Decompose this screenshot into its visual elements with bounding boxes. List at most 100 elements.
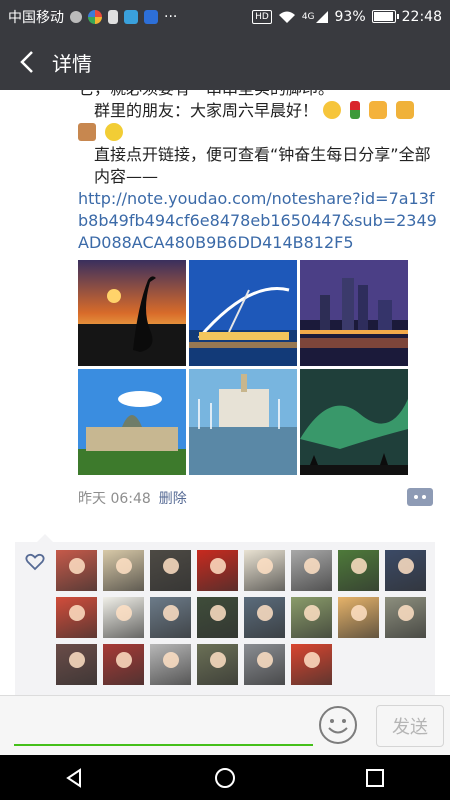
avatar-figure <box>350 605 367 621</box>
liker-avatar[interactable] <box>291 597 332 638</box>
liker-avatar[interactable] <box>56 644 97 685</box>
alert-icon <box>108 9 118 24</box>
sprout-emoji-icon <box>105 123 124 141</box>
avatar-figure <box>209 558 226 574</box>
liker-avatar[interactable] <box>197 644 238 685</box>
nav-back-icon <box>66 767 81 788</box>
city-skyline-night-photo[interactable] <box>300 260 408 366</box>
hd-badge: HD <box>252 9 272 24</box>
nav-back-button[interactable] <box>45 755 105 800</box>
liker-avatar[interactable] <box>385 597 426 638</box>
avatar-figure <box>209 605 226 621</box>
likes-panel <box>15 534 436 695</box>
liker-avatar[interactable] <box>103 550 144 591</box>
liker-avatar[interactable] <box>244 550 285 591</box>
avatar-figure <box>68 605 85 621</box>
liker-avatar[interactable] <box>197 597 238 638</box>
avatar-figure <box>256 558 273 574</box>
liker-avatar[interactable] <box>103 597 144 638</box>
harbor-building-photo[interactable] <box>189 369 297 475</box>
avatar-figure <box>68 558 85 574</box>
carrier-label: 中国移动 <box>8 9 64 26</box>
emoji-row <box>78 122 438 144</box>
post-time: 昨天 06:48 <box>78 491 151 507</box>
liker-avatar[interactable] <box>103 644 144 685</box>
avatar-figure <box>303 558 320 574</box>
notification-icon <box>70 10 82 23</box>
page-title: 详情 <box>52 52 92 76</box>
emoji-button[interactable] <box>318 705 358 745</box>
liker-avatars <box>56 550 436 685</box>
post-instruction: 直接点开链接，便可查看“钟奋生每日分享”全部内容—— <box>78 144 438 188</box>
avatar-figure <box>162 558 179 574</box>
comment-like-menu-button[interactable] <box>407 488 433 506</box>
avatar-figure <box>397 558 414 574</box>
liker-avatar[interactable] <box>197 550 238 591</box>
photo-grid <box>78 260 408 475</box>
sunset-heron-photo[interactable] <box>78 260 186 366</box>
nav-recents-button[interactable] <box>345 755 405 800</box>
avatar-figure <box>350 558 367 574</box>
liker-avatar[interactable] <box>150 550 191 591</box>
liker-avatar[interactable] <box>56 550 97 591</box>
network-type-label: 4G <box>301 11 315 22</box>
comment-bar: 发送 <box>0 695 450 756</box>
rose-emoji-icon <box>350 101 361 119</box>
ok-hand-emoji-icon <box>396 101 415 119</box>
clock: 22:48 <box>401 8 442 25</box>
back-arrow-icon <box>20 51 33 73</box>
avatar-figure <box>256 652 273 668</box>
telegram-icon <box>124 9 138 24</box>
white-bridge-photo[interactable] <box>189 260 297 366</box>
wifi-icon <box>278 11 295 23</box>
dot-icon <box>414 495 418 499</box>
liker-avatar[interactable] <box>244 597 285 638</box>
liker-avatar[interactable] <box>385 550 426 591</box>
avatar-figure <box>115 558 132 574</box>
liker-avatar[interactable] <box>56 597 97 638</box>
aurora-photo[interactable] <box>300 369 408 475</box>
system-nav-bar <box>0 755 450 800</box>
liker-avatar[interactable] <box>338 597 379 638</box>
avatar-figure <box>68 652 85 668</box>
liker-avatar[interactable] <box>244 644 285 685</box>
nav-home-icon <box>215 767 235 788</box>
back-button[interactable] <box>10 45 44 79</box>
avatar-figure <box>303 652 320 668</box>
post-body: 它，就必须要有一串串坚实的脚印。 群里的朋友：大家周六早晨好！ 直接点开链接，便… <box>78 90 438 254</box>
post-detail: 它，就必须要有一串串坚实的脚印。 群里的朋友：大家周六早晨好！ 直接点开链接，便… <box>0 90 450 695</box>
liker-avatar[interactable] <box>291 644 332 685</box>
nav-home-button[interactable] <box>195 755 255 800</box>
castle-hill-photo[interactable] <box>78 369 186 475</box>
handshake-emoji-icon <box>369 101 388 119</box>
send-button[interactable]: 发送 <box>376 705 444 747</box>
avatar-figure <box>209 652 226 668</box>
avatar-figure <box>162 652 179 668</box>
post-meta: 昨天 06:48 删除 <box>78 488 187 508</box>
dot-icon <box>422 495 426 499</box>
greeting-text: 群里的朋友：大家周六早晨好！ <box>94 101 319 120</box>
smile-emoji-icon <box>323 101 342 119</box>
cloud-app-icon <box>144 9 158 24</box>
heart-icon <box>25 553 45 571</box>
battery-percent: 93% <box>334 8 366 25</box>
liker-avatar[interactable] <box>150 597 191 638</box>
liker-avatar[interactable] <box>150 644 191 685</box>
delete-link[interactable]: 删除 <box>159 488 187 508</box>
signal-icon <box>315 10 328 23</box>
liker-avatar[interactable] <box>338 550 379 591</box>
liker-avatar[interactable] <box>291 550 332 591</box>
youdao-note-link[interactable]: http://note.youdao.com/noteshare?id=7a13… <box>78 188 438 254</box>
title-bar: 详情 <box>0 33 450 90</box>
post-greeting: 群里的朋友：大家周六早晨好！ <box>78 100 438 122</box>
avatar-figure <box>115 605 132 621</box>
more-notifications-icon: ··· <box>164 8 178 25</box>
avatar-figure <box>162 605 179 621</box>
likes-pointer <box>37 534 53 542</box>
status-bar: 中国移动 ··· HD 4G 93% 22:48 <box>0 0 450 33</box>
comment-input[interactable] <box>14 706 313 746</box>
battery-icon <box>371 10 399 23</box>
avatar-figure <box>256 605 273 621</box>
instruction-text: 直接点开链接，便可查看“钟奋生每日分享”全部内容—— <box>94 145 431 186</box>
post-text-line: 它，就必须要有一串串坚实的脚印。 <box>78 90 438 100</box>
